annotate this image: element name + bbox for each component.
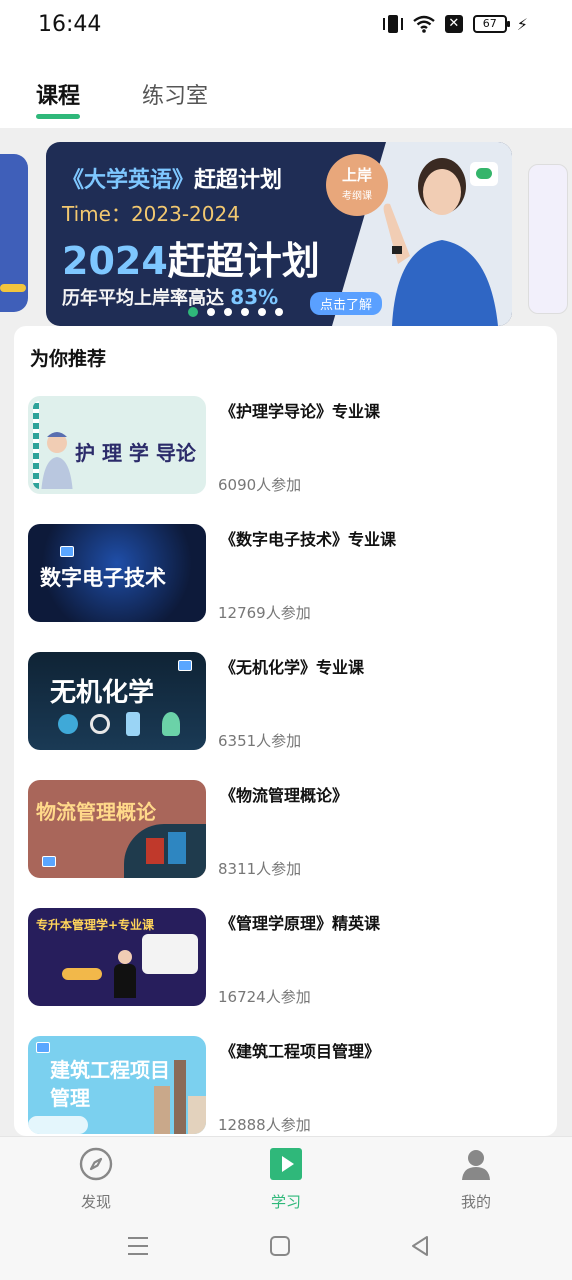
status-icons: ✕ 67 ⚡ xyxy=(382,14,528,34)
person-icon xyxy=(462,1150,490,1180)
course-title: 《护理学导论》专业课 xyxy=(220,402,381,421)
status-bar: 16:44 ✕ 67 ⚡ xyxy=(0,0,572,52)
course-thumbnail: 建筑工程项目管理 xyxy=(28,1036,206,1134)
chat-icon xyxy=(470,162,498,186)
tab-indicator xyxy=(36,114,80,119)
banner-headline: 2024赶超计划 xyxy=(62,239,320,283)
bottom-nav: 发现 学习 我的 xyxy=(0,1136,572,1220)
nav-label: 我的 xyxy=(460,1193,491,1211)
play-icon xyxy=(270,1148,302,1180)
menu-icon[interactable] xyxy=(126,1234,150,1258)
learn-more-button[interactable]: 点击了解 xyxy=(310,292,383,315)
clock: 16:44 xyxy=(38,12,102,37)
prev-banner-peek[interactable] xyxy=(0,154,28,312)
participant-count: 6351人参加 xyxy=(218,732,302,750)
course-title: 《无机化学》专业课 xyxy=(220,658,365,677)
tab-practice-room[interactable]: 练习室 xyxy=(142,78,208,110)
course-thumbnail: 物流管理概论 xyxy=(28,780,206,878)
carousel-dots xyxy=(188,307,283,317)
carousel-dot[interactable] xyxy=(258,308,266,316)
carousel-dot[interactable] xyxy=(188,307,198,317)
banner-time: Time：2023-2024 xyxy=(62,202,240,226)
course-thumbnail: 数字电子技术 xyxy=(28,524,206,622)
participant-count: 8311人参加 xyxy=(218,860,302,878)
battery-icon: 67 xyxy=(472,15,510,33)
system-nav-bar xyxy=(0,1220,572,1280)
nav-label: 学习 xyxy=(270,1193,301,1211)
nav-discover[interactable]: 发现 xyxy=(56,1147,136,1212)
carousel-dot[interactable] xyxy=(224,308,232,316)
home-icon[interactable] xyxy=(268,1234,292,1258)
nav-study[interactable]: 学习 xyxy=(246,1147,326,1212)
participant-count: 16724人参加 xyxy=(218,988,311,1006)
course-title: 《管理学原理》精英课 xyxy=(220,914,381,933)
course-title: 《物流管理概论》 xyxy=(220,786,349,805)
course-item[interactable]: 物流管理概论 《物流管理概论》 8311人参加 xyxy=(28,780,548,880)
course-thumbnail: 专升本管理学+专业课 xyxy=(28,908,206,1006)
participant-count: 6090人参加 xyxy=(218,476,302,494)
compass-icon xyxy=(79,1147,113,1181)
course-title: 《数字电子技术》专业课 xyxy=(220,530,397,549)
wifi-icon xyxy=(413,15,435,33)
course-item[interactable]: 无机化学 《无机化学》专业课 6351人参加 xyxy=(28,652,548,752)
tab-course[interactable]: 课程 xyxy=(36,78,80,110)
charging-icon: ⚡ xyxy=(516,14,528,34)
course-title: 《建筑工程项目管理》 xyxy=(220,1042,381,1061)
course-thumbnail: 无机化学 xyxy=(28,652,206,750)
course-item[interactable]: 专升本管理学+专业课 《管理学原理》精英课 16724人参加 xyxy=(28,908,548,1008)
banner-english-plan[interactable]: 《大学英语》赶超计划 Time：2023-2024 2024赶超计划 历年平均上… xyxy=(46,142,512,326)
vibrate-icon xyxy=(382,14,403,34)
carousel-dot[interactable] xyxy=(207,308,215,316)
nav-label: 发现 xyxy=(80,1193,111,1211)
back-icon[interactable] xyxy=(408,1234,432,1258)
banner-rate: 历年平均上岸率高达 83% xyxy=(62,285,279,309)
recommend-section: 为你推荐 护 理 学 导论 《护理学导论》专业课 6090人参加 数字电子技术 … xyxy=(14,326,557,1136)
exam-badge: 上岸 考纲课 xyxy=(326,154,388,216)
nav-mine[interactable]: 我的 xyxy=(436,1147,516,1212)
no-sim-icon: ✕ xyxy=(444,15,463,33)
carousel-dot[interactable] xyxy=(241,308,249,316)
battery-level: 67 xyxy=(482,17,497,30)
participant-count: 12888人参加 xyxy=(218,1116,311,1134)
section-title: 为你推荐 xyxy=(30,348,107,370)
participant-count: 12769人参加 xyxy=(218,604,311,622)
top-tabs: 课程 练习室 xyxy=(0,52,572,128)
course-item[interactable]: 建筑工程项目管理 《建筑工程项目管理》 12888人参加 xyxy=(28,1036,548,1136)
course-item[interactable]: 护 理 学 导论 《护理学导论》专业课 6090人参加 xyxy=(28,396,548,496)
course-thumbnail: 护 理 学 导论 xyxy=(28,396,206,494)
carousel-dot[interactable] xyxy=(275,308,283,316)
banner-carousel[interactable]: 《大学英语》赶超计划 Time：2023-2024 2024赶超计划 历年平均上… xyxy=(0,128,572,328)
banner-title: 《大学英语》赶超计划 xyxy=(62,168,283,193)
course-item[interactable]: 数字电子技术 《数字电子技术》专业课 12769人参加 xyxy=(28,524,548,624)
next-banner-peek[interactable] xyxy=(528,164,568,314)
